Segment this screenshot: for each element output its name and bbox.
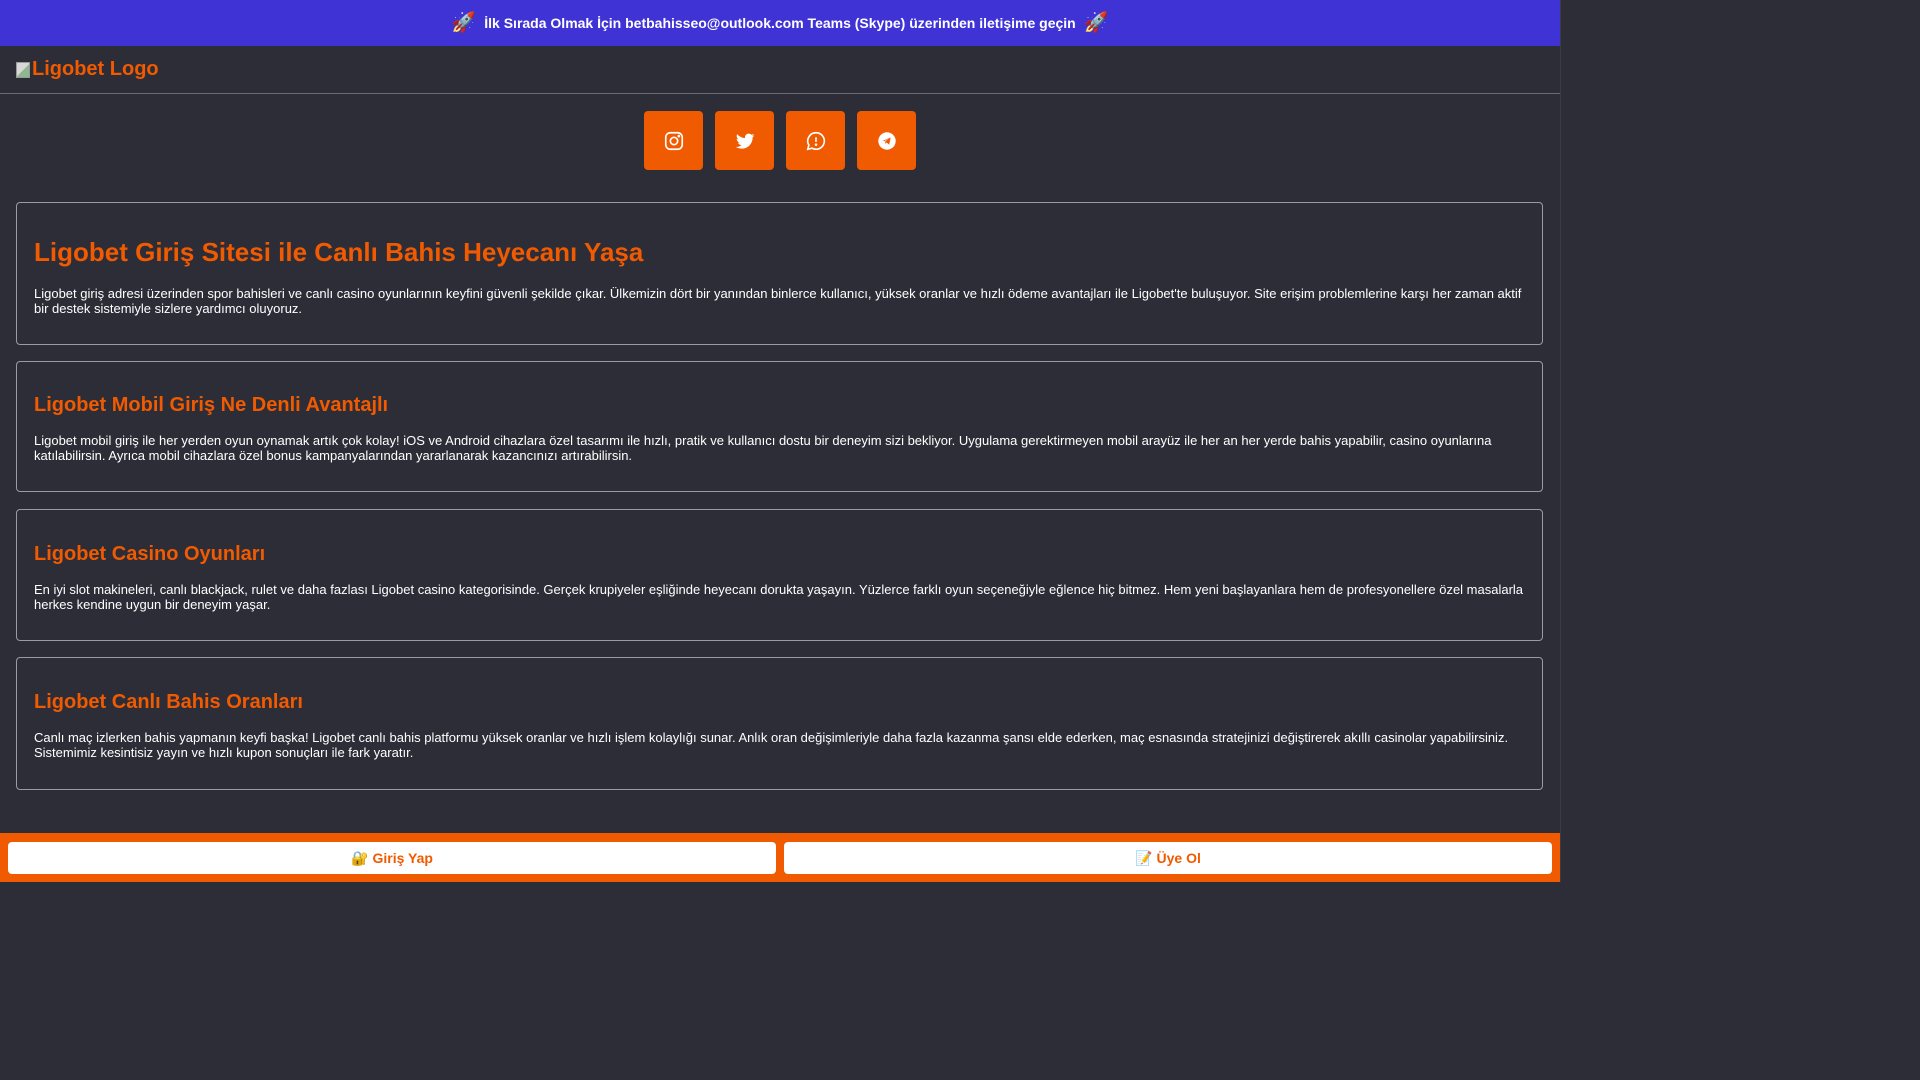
content-card: Ligobet Mobil Giriş Ne Denli Avantajlı L… [16,361,1543,492]
broken-image-icon [16,61,30,78]
section-heading: Ligobet Giriş Sitesi ile Canlı Bahis Hey… [34,237,644,267]
section-text: Canlı maç izlerken bahis yapmanın keyfi … [34,730,1509,760]
lock-key-icon: 🔐 [351,849,369,866]
register-label: Üye Ol [1156,850,1201,866]
twitter-icon [735,133,754,149]
social-links [0,111,1560,170]
rocket-icon: 🚀 [451,12,477,34]
content-card: Ligobet Casino Oyunları En iyi slot maki… [16,509,1543,641]
twitter-button[interactable] [715,111,774,170]
content-card: Ligobet Giriş Sitesi ile Canlı Bahis Hey… [16,202,1543,345]
whatsapp-button[interactable] [786,111,845,170]
page: 🚀 İlk Sırada Olmak İçin betbahisseo@outl… [0,0,1568,882]
instagram-button[interactable] [644,111,703,170]
section-heading: Ligobet Casino Oyunları [34,543,266,565]
telegram-icon [877,131,896,150]
site-header: Ligobet Logo [0,46,1560,94]
content-card: Ligobet Canlı Bahis Oranları Canlı maç i… [16,657,1543,790]
promo-banner: 🚀 İlk Sırada Olmak İçin betbahisseo@outl… [0,0,1560,46]
telegram-button[interactable] [857,111,916,170]
login-label: Giriş Yap [372,850,433,866]
section-text: Ligobet mobil giriş ile her yerden oyun … [34,433,1492,463]
bottom-action-bar: 🔐 Giriş Yap 📝 Üye Ol [0,833,1560,882]
section-text: Ligobet giriş adresi üzerinden spor bahi… [34,286,1522,316]
logo-alt-text: Ligobet Logo [32,58,159,80]
rocket-icon: 🚀 [1083,12,1109,34]
banner-text: İlk Sırada Olmak İçin betbahisseo@outloo… [484,15,1076,31]
scrollbar[interactable] [1560,0,1568,882]
instagram-icon [664,131,683,150]
section-heading: Ligobet Canlı Bahis Oranları [34,691,303,713]
whatsapp-icon [806,131,825,150]
section-heading: Ligobet Mobil Giriş Ne Denli Avantajlı [34,394,389,416]
login-button[interactable]: 🔐 Giriş Yap [8,842,776,874]
section-text: En iyi slot makineleri, canlı blackjack,… [34,582,1524,612]
site-logo[interactable]: Ligobet Logo [16,58,159,81]
memo-icon: 📝 [1135,849,1153,866]
register-button[interactable]: 📝 Üye Ol [784,842,1552,874]
